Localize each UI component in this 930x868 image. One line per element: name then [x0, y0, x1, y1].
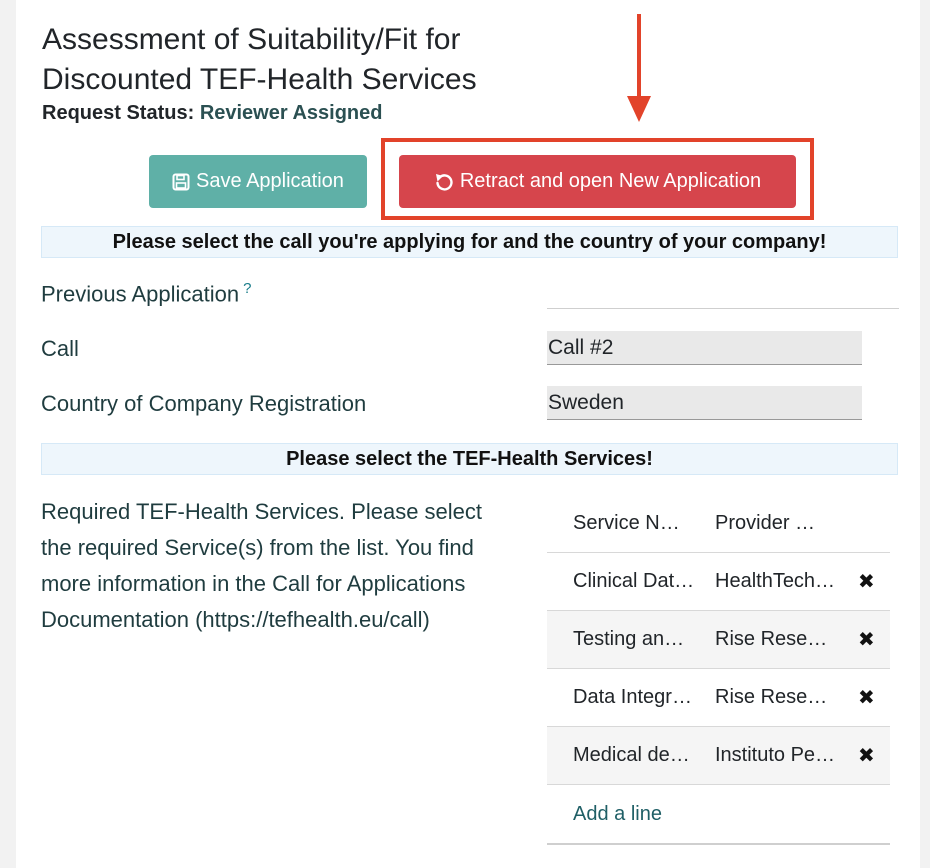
- service-cell: Testing an…: [573, 628, 685, 650]
- delete-row-icon[interactable]: ✖: [858, 743, 875, 768]
- save-application-label: Save Application: [196, 170, 344, 192]
- table-row[interactable]: Clinical Dat… HealthTech… ✖: [547, 553, 890, 611]
- country-label: Country of Company Registration: [41, 391, 367, 416]
- delete-row-icon[interactable]: ✖: [858, 569, 875, 594]
- add-line-row: Add a line: [547, 785, 890, 845]
- column-header-provider[interactable]: Provider …: [715, 512, 843, 535]
- service-cell: Medical de…: [573, 744, 690, 766]
- add-line-link[interactable]: Add a line: [573, 803, 662, 826]
- service-cell: Clinical Dat…: [573, 570, 695, 592]
- provider-cell: Rise Rese…: [715, 686, 828, 708]
- previous-application-label: Previous Application: [41, 281, 240, 307]
- delete-row-icon[interactable]: ✖: [858, 627, 875, 652]
- services-description: Required TEF-Health Services. Please sel…: [41, 499, 483, 632]
- call-label: Call: [41, 336, 79, 361]
- annotation-arrow-shaft: [637, 14, 641, 98]
- service-cell: Data Integr…: [573, 686, 692, 708]
- status-label: Request Status:: [42, 102, 195, 124]
- retract-label: Retract and open New Application: [459, 170, 762, 192]
- save-application-button[interactable]: Save Application: [149, 155, 367, 208]
- call-field[interactable]: Call #2: [547, 331, 862, 365]
- provider-cell: HealthTech…: [715, 570, 836, 592]
- column-header-service-name[interactable]: Service N…: [573, 512, 701, 535]
- request-status: Request Status: Reviewer Assigned: [42, 102, 382, 125]
- previous-application-label-row: Previous Application?: [41, 280, 251, 307]
- floppy-disk-icon: [172, 173, 190, 190]
- provider-cell: Instituto Pe…: [715, 744, 836, 766]
- annotation-arrow-head: [627, 96, 651, 122]
- page-title: Assessment of Suitability/Fit for Discou…: [42, 23, 477, 96]
- delete-row-icon[interactable]: ✖: [858, 685, 875, 710]
- table-row[interactable]: Testing an… Rise Rese… ✖: [547, 611, 890, 669]
- table-header-row: Service N… Provider …: [547, 494, 890, 553]
- call-country-banner: Please select the call you're applying f…: [41, 226, 898, 258]
- undo-icon: [435, 173, 453, 191]
- retract-and-open-new-application-button[interactable]: Retract and open New Application: [399, 155, 796, 208]
- previous-application-field[interactable]: [547, 308, 899, 309]
- country-field[interactable]: Sweden: [547, 386, 862, 420]
- status-value: Reviewer Assigned: [199, 102, 383, 124]
- help-tooltip-icon[interactable]: ?: [243, 280, 251, 297]
- services-table: Service N… Provider … Clinical Dat… Heal…: [547, 494, 890, 845]
- table-row[interactable]: Data Integr… Rise Rese… ✖: [547, 669, 890, 727]
- services-banner: Please select the TEF-Health Services!: [41, 443, 898, 475]
- table-row[interactable]: Medical de… Instituto Pe… ✖: [547, 727, 890, 785]
- provider-cell: Rise Rese…: [715, 628, 828, 650]
